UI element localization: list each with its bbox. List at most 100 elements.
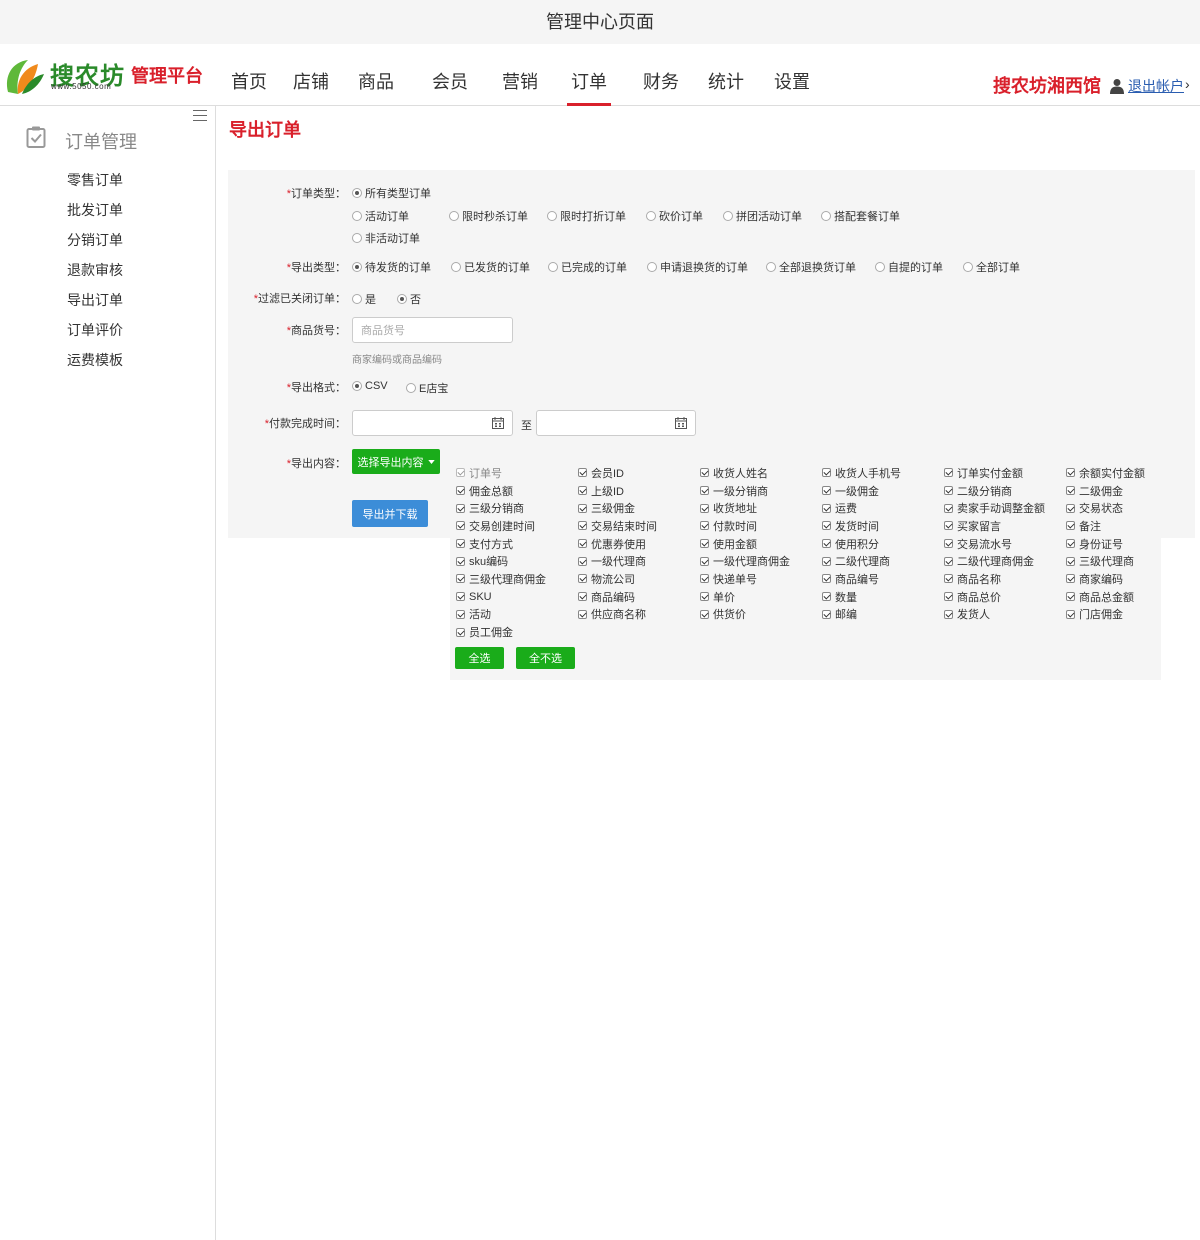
- radio-format-edianbao[interactable]: E店宝: [406, 380, 448, 396]
- radio-export-all-returns[interactable]: 全部退换货订单: [766, 259, 856, 275]
- export-field-checkbox[interactable]: 使用积分: [822, 535, 944, 553]
- export-field-checkbox[interactable]: 三级代理商佣金: [456, 570, 578, 588]
- export-field-checkbox[interactable]: 优惠券使用: [578, 535, 700, 553]
- export-field-checkbox[interactable]: 收货地址: [700, 499, 822, 517]
- select-all-button[interactable]: 全选: [455, 647, 504, 669]
- export-field-checkbox[interactable]: 订单号: [456, 464, 578, 482]
- export-field-checkbox[interactable]: 商品总价: [944, 588, 1066, 606]
- export-field-checkbox[interactable]: 快递单号: [700, 570, 822, 588]
- export-field-checkbox[interactable]: 卖家手动调整金额: [944, 499, 1066, 517]
- export-field-checkbox[interactable]: 付款时间: [700, 517, 822, 535]
- export-field-checkbox[interactable]: 买家留言: [944, 517, 1066, 535]
- export-field-checkbox[interactable]: 交易状态: [1066, 499, 1188, 517]
- radio-order-type-flash-sale[interactable]: 限时秒杀订单: [449, 208, 528, 224]
- export-field-checkbox[interactable]: 员工佣金: [456, 623, 578, 641]
- radio-filter-closed-yes[interactable]: 是: [352, 291, 376, 307]
- export-field-checkbox[interactable]: 物流公司: [578, 570, 700, 588]
- export-field-checkbox[interactable]: 三级代理商: [1066, 552, 1188, 570]
- export-field-checkbox[interactable]: 数量: [822, 588, 944, 606]
- export-field-checkbox[interactable]: 一级代理商: [578, 552, 700, 570]
- export-field-checkbox[interactable]: 二级代理商佣金: [944, 552, 1066, 570]
- export-field-checkbox[interactable]: 供货价: [700, 606, 822, 624]
- menu-toggle-icon[interactable]: [193, 110, 207, 122]
- export-field-checkbox[interactable]: 上级ID: [578, 482, 700, 500]
- export-field-checkbox[interactable]: 交易结束时间: [578, 517, 700, 535]
- sidebar-item-export-orders[interactable]: 导出订单: [67, 291, 123, 321]
- radio-export-completed[interactable]: 已完成的订单: [548, 259, 627, 275]
- export-field-checkbox[interactable]: 收货人姓名: [700, 464, 822, 482]
- export-field-checkbox[interactable]: 商家编码: [1066, 570, 1188, 588]
- export-field-checkbox[interactable]: SKU: [456, 588, 578, 606]
- export-field-checkbox[interactable]: 发货人: [944, 606, 1066, 624]
- calendar-icon[interactable]: [492, 417, 504, 429]
- export-field-checkbox[interactable]: 供应商名称: [578, 606, 700, 624]
- export-field-checkbox[interactable]: 商品总金额: [1066, 588, 1188, 606]
- select-none-button[interactable]: 全不选: [516, 647, 575, 669]
- radio-export-all-orders[interactable]: 全部订单: [963, 259, 1020, 275]
- nav-orders[interactable]: 订单: [554, 44, 624, 106]
- sku-input[interactable]: 商品货号: [352, 317, 513, 343]
- export-field-checkbox[interactable]: 二级代理商: [822, 552, 944, 570]
- sidebar-item-retail-orders[interactable]: 零售订单: [67, 171, 123, 201]
- nav-members[interactable]: 会员: [414, 44, 484, 106]
- export-field-checkbox[interactable]: 商品编号: [822, 570, 944, 588]
- radio-export-pending-shipment[interactable]: 待发货的订单: [352, 259, 431, 275]
- export-field-checkbox[interactable]: 一级代理商佣金: [700, 552, 822, 570]
- export-field-checkbox[interactable]: 收货人手机号: [822, 464, 944, 482]
- export-field-checkbox[interactable]: 邮编: [822, 606, 944, 624]
- export-field-checkbox[interactable]: sku编码: [456, 552, 578, 570]
- export-download-button[interactable]: 导出并下载: [352, 500, 428, 527]
- radio-order-type-group-buy[interactable]: 拼团活动订单: [723, 208, 802, 224]
- nav-statistics[interactable]: 统计: [693, 44, 759, 106]
- nav-settings[interactable]: 设置: [759, 44, 825, 106]
- radio-order-type-timed-discount[interactable]: 限时打折订单: [547, 208, 626, 224]
- nav-finance[interactable]: 财务: [624, 44, 693, 106]
- pay-time-start-input[interactable]: [352, 410, 513, 436]
- export-field-checkbox[interactable]: 二级佣金: [1066, 482, 1188, 500]
- export-field-checkbox[interactable]: 余额实付金额: [1066, 464, 1188, 482]
- nav-store[interactable]: 店铺: [280, 44, 342, 106]
- export-field-checkbox[interactable]: 使用金额: [700, 535, 822, 553]
- export-field-checkbox[interactable]: 身份证号: [1066, 535, 1188, 553]
- logout-link[interactable]: 退出帐户: [1128, 76, 1184, 96]
- export-field-checkbox[interactable]: 商品编码: [578, 588, 700, 606]
- radio-order-type-bargain[interactable]: 砍价订单: [646, 208, 703, 224]
- export-field-checkbox[interactable]: 活动: [456, 606, 578, 624]
- sidebar-item-order-reviews[interactable]: 订单评价: [67, 321, 123, 351]
- nav-goods[interactable]: 商品: [342, 44, 414, 106]
- export-field-checkbox[interactable]: 支付方式: [456, 535, 578, 553]
- export-field-checkbox[interactable]: 发货时间: [822, 517, 944, 535]
- export-field-checkbox[interactable]: 订单实付金额: [944, 464, 1066, 482]
- radio-order-type-non-activity[interactable]: 非活动订单: [352, 230, 420, 246]
- radio-export-shipped[interactable]: 已发货的订单: [451, 259, 530, 275]
- sidebar-item-distribution-orders[interactable]: 分销订单: [67, 231, 123, 261]
- radio-order-type-all[interactable]: 所有类型订单: [352, 185, 431, 201]
- radio-export-self-pickup[interactable]: 自提的订单: [875, 259, 943, 275]
- export-field-checkbox[interactable]: 交易创建时间: [456, 517, 578, 535]
- export-field-checkbox[interactable]: 单价: [700, 588, 822, 606]
- radio-order-type-bundle[interactable]: 搭配套餐订单: [821, 208, 900, 224]
- export-field-checkbox[interactable]: 会员ID: [578, 464, 700, 482]
- calendar-icon[interactable]: [675, 417, 687, 429]
- export-field-checkbox[interactable]: 佣金总额: [456, 482, 578, 500]
- radio-order-type-activity[interactable]: 活动订单: [352, 208, 409, 224]
- export-field-checkbox[interactable]: 二级分销商: [944, 482, 1066, 500]
- nav-home[interactable]: 首页: [218, 44, 280, 106]
- export-field-checkbox[interactable]: 备注: [1066, 517, 1188, 535]
- radio-export-return-requested[interactable]: 申请退换货的订单: [647, 259, 748, 275]
- export-field-checkbox[interactable]: 一级佣金: [822, 482, 944, 500]
- sidebar-item-wholesale-orders[interactable]: 批发订单: [67, 201, 123, 231]
- export-field-checkbox[interactable]: 商品名称: [944, 570, 1066, 588]
- sidebar-item-shipping-templates[interactable]: 运费模板: [67, 351, 123, 381]
- export-field-checkbox[interactable]: 门店佣金: [1066, 606, 1188, 624]
- export-field-checkbox[interactable]: 交易流水号: [944, 535, 1066, 553]
- export-field-checkbox[interactable]: 运费: [822, 499, 944, 517]
- sidebar-item-refund-review[interactable]: 退款审核: [67, 261, 123, 291]
- radio-filter-closed-no[interactable]: 否: [397, 291, 421, 307]
- pay-time-end-input[interactable]: [536, 410, 696, 436]
- export-field-checkbox[interactable]: 三级分销商: [456, 499, 578, 517]
- radio-format-csv[interactable]: CSV: [352, 380, 388, 392]
- select-content-dropdown[interactable]: 选择导出内容: [352, 449, 440, 474]
- export-field-checkbox[interactable]: 一级分销商: [700, 482, 822, 500]
- export-field-checkbox[interactable]: 三级佣金: [578, 499, 700, 517]
